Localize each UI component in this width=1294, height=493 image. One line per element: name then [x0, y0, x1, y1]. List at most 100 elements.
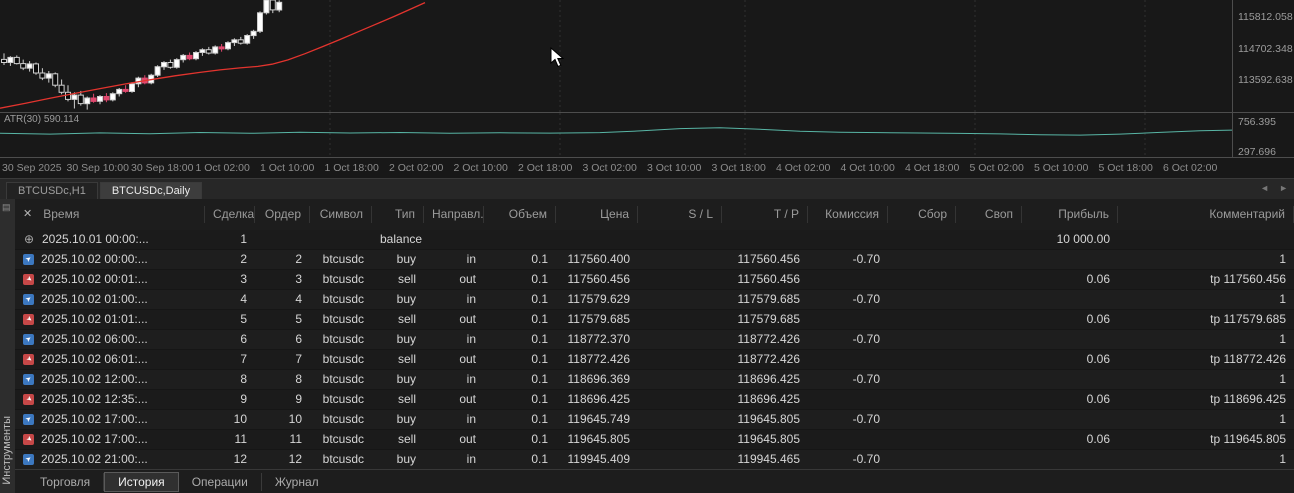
cell-swap	[956, 250, 1022, 269]
sell-deal-icon: ➤	[23, 394, 34, 405]
cell-time-text: 2025.10.02 06:01:...	[41, 352, 148, 366]
history-row[interactable]: ➤ 2025.10.02 12:35:... 9 9 btcusdc sell out 0.1…	[15, 390, 1294, 410]
time-axis-label: 5 Oct 18:00	[1098, 162, 1153, 174]
cell-time-text: 2025.10.02 12:35:...	[41, 392, 148, 406]
cell-tp: 117579.685	[737, 292, 800, 306]
history-row[interactable]: ➤ 2025.10.02 21:00:... 12 12 btcusdc buy in 0.1…	[15, 450, 1294, 470]
column-header-order[interactable]: Ордер	[255, 206, 310, 223]
cell-symbol: btcusdc	[322, 332, 364, 346]
time-axis-label: 1 Oct 18:00	[324, 162, 379, 174]
cell-type: buy	[396, 452, 416, 466]
time-axis-label: 3 Oct 10:00	[647, 162, 702, 174]
toolbox-sidebar-label: Инструменты	[1, 416, 13, 485]
cell-sl	[638, 270, 722, 289]
cell-deal: 1	[240, 232, 247, 246]
chart-tab[interactable]: BTCUSDc,Daily	[99, 182, 203, 200]
column-header-symbol[interactable]: Символ	[310, 206, 372, 223]
column-header-deal[interactable]: Сделка	[205, 206, 255, 223]
cell-commission	[808, 310, 888, 329]
cell-time: ⊕ 2025.10.01 00:00:...	[15, 230, 205, 249]
history-row[interactable]: ➤ 2025.10.02 00:00:... 2 2 btcusdc buy in 0.1 11…	[15, 250, 1294, 270]
cell-fee	[888, 230, 956, 249]
column-header-comment[interactable]: Комментарий	[1118, 206, 1294, 223]
cell-sl	[638, 410, 722, 429]
toolbox-tab-Журнал[interactable]: Журнал	[262, 473, 332, 491]
atr-indicator-chart[interactable]	[0, 113, 1232, 157]
history-row[interactable]: ➤ 2025.10.02 00:01:... 3 3 btcusdc sell out 0.1…	[15, 270, 1294, 290]
cell-profit	[1022, 370, 1118, 389]
history-row[interactable]: ➤ 2025.10.02 17:00:... 11 11 btcusdc sell out 0…	[15, 430, 1294, 450]
toolbox-sidebar-tab[interactable]: ▤ Инструменты	[0, 199, 16, 493]
atr-indicator-pane[interactable]: 756.395 297.696 ATR(30) 590.114	[0, 113, 1294, 158]
cell-commission	[808, 430, 888, 449]
cell-price: 117560.400	[567, 252, 630, 266]
atr-line	[0, 127, 1232, 136]
atr-scale[interactable]: 756.395 297.696	[1232, 113, 1294, 158]
history-row[interactable]: ➤ 2025.10.02 12:00:... 8 8 btcusdc buy in 0.1 11…	[15, 370, 1294, 390]
history-row[interactable]: ➤ 2025.10.02 06:01:... 7 7 btcusdc sell out 0.1…	[15, 350, 1294, 370]
column-header-commission[interactable]: Комиссия	[808, 206, 888, 223]
cell-time: ➤ 2025.10.02 01:01:...	[15, 310, 205, 329]
time-axis[interactable]: 30 Sep 2025 30 Sep 10:00 30 Sep 18:00 1 Oct…	[0, 158, 1232, 178]
column-header-profit[interactable]: Прибыль	[1022, 206, 1118, 223]
history-row[interactable]: ⊕ 2025.10.01 00:00:... 1 balance 10 000.00	[15, 230, 1294, 250]
toolbox-tab-История[interactable]: История	[104, 471, 179, 492]
cell-type: sell	[397, 432, 416, 446]
cell-fee	[888, 330, 956, 349]
price-scale[interactable]: 115812.058 114702.348 113592.638	[1232, 0, 1294, 112]
history-row[interactable]: ➤ 2025.10.02 01:00:... 4 4 btcusdc buy in 0.1 11…	[15, 290, 1294, 310]
cell-commission	[808, 230, 888, 249]
cell-symbol: btcusdc	[322, 452, 364, 466]
candlestick-chart[interactable]	[0, 0, 1232, 112]
price-chart-pane[interactable]: 115812.058 114702.348 113592.638	[0, 0, 1294, 112]
cell-volume	[484, 230, 556, 249]
time-axis-label: 5 Oct 10:00	[1034, 162, 1089, 174]
cell-price: 118696.369	[567, 372, 630, 386]
cell-volume: 0.1	[531, 332, 548, 346]
column-header-swap[interactable]: Своп	[956, 206, 1022, 223]
price-scale-tick: 115812.058	[1238, 11, 1293, 23]
column-header-tp[interactable]: T / P	[722, 206, 808, 223]
column-header-direction[interactable]: Направл...	[424, 206, 484, 223]
column-header-volume[interactable]: Объем	[484, 206, 556, 223]
close-toolbox-icon[interactable]: ✕	[23, 206, 32, 223]
time-axis-label: 2 Oct 18:00	[518, 162, 573, 174]
cell-symbol: btcusdc	[322, 352, 364, 366]
cell-profit: 0.06	[1086, 352, 1110, 366]
cell-deal: 12	[233, 452, 247, 466]
cell-comment: 1	[1279, 452, 1286, 466]
cell-price: 119645.749	[567, 412, 630, 426]
cell-time: ➤ 2025.10.02 00:00:...	[15, 250, 205, 269]
cell-deal: 6	[240, 332, 247, 346]
sell-deal-icon: ➤	[23, 434, 34, 445]
cell-swap	[956, 410, 1022, 429]
time-axis-label: 2 Oct 10:00	[453, 162, 508, 174]
cell-tp: 118772.426	[737, 332, 800, 346]
chart-tabs-scroll-left-icon[interactable]: ◄	[1260, 183, 1269, 193]
cell-sl	[638, 330, 722, 349]
history-row[interactable]: ➤ 2025.10.02 06:00:... 6 6 btcusdc buy in 0.1 11…	[15, 330, 1294, 350]
column-header-type[interactable]: Тип	[372, 206, 424, 223]
cell-comment: 1	[1279, 412, 1286, 426]
cell-swap	[956, 330, 1022, 349]
time-axis-label: 30 Sep 18:00	[131, 162, 194, 174]
cell-tp: 117560.456	[737, 252, 800, 266]
cell-type: sell	[397, 312, 416, 326]
history-row[interactable]: ➤ 2025.10.02 17:00:... 10 10 btcusdc buy in 0.1…	[15, 410, 1294, 430]
history-row[interactable]: ➤ 2025.10.02 01:01:... 5 5 btcusdc sell out 0.1…	[15, 310, 1294, 330]
column-header-price[interactable]: Цена	[556, 206, 638, 223]
cell-time-text: 2025.10.02 12:00:...	[41, 372, 148, 386]
column-header-sl[interactable]: S / L	[638, 206, 722, 223]
column-header-time[interactable]: ✕ Время	[15, 206, 205, 223]
cell-type: balance	[380, 232, 423, 246]
toolbox-tab-Торговля[interactable]: Торговля	[27, 472, 105, 491]
cell-direction: out	[459, 392, 476, 406]
chart-tabs-scroll-right-icon[interactable]: ►	[1279, 183, 1288, 193]
cell-time-text: 2025.10.02 06:00:...	[41, 332, 148, 346]
cell-commission: -0.70	[852, 252, 880, 266]
chart-tab[interactable]: BTCUSDc,H1	[6, 182, 98, 200]
chart-tab-bar: BTCUSDc,H1 BTCUSDc,Daily ◄ ►	[0, 178, 1294, 200]
toolbox-tab-Операции[interactable]: Операции	[179, 472, 262, 491]
cell-direction: out	[459, 272, 476, 286]
column-header-fee[interactable]: Сбор	[888, 206, 956, 223]
